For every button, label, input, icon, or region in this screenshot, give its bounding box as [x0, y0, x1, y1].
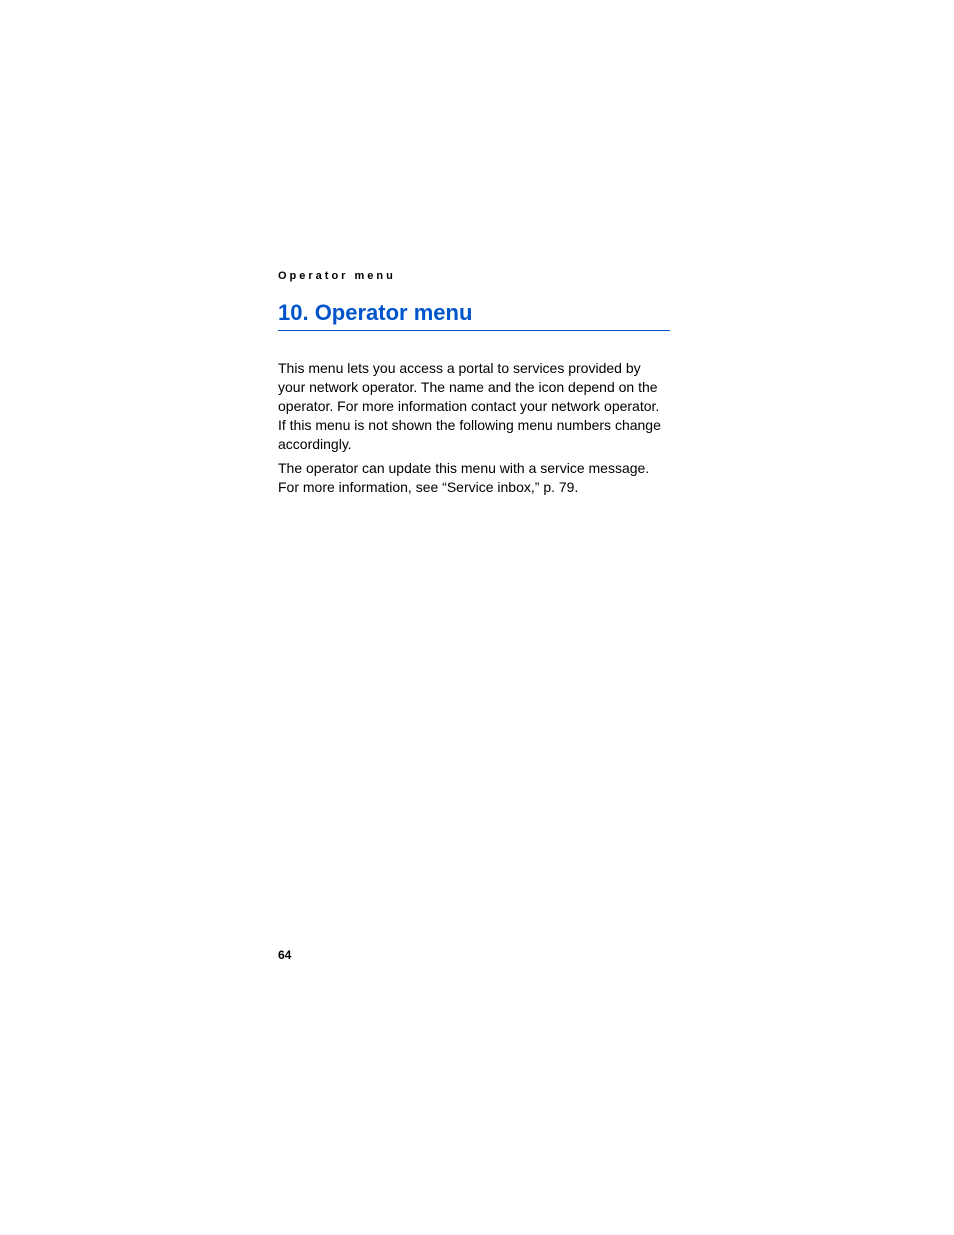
body-paragraph-2: The operator can update this menu with a… — [278, 459, 670, 497]
running-header: Operator menu — [278, 270, 670, 282]
document-page: Operator menu 10. Operator menu This men… — [0, 0, 954, 1235]
page-number: 64 — [278, 948, 291, 962]
body-paragraph-1: This menu lets you access a portal to se… — [278, 359, 670, 453]
content-block: Operator menu 10. Operator menu This men… — [278, 270, 670, 503]
chapter-title: 10. Operator menu — [278, 300, 670, 331]
